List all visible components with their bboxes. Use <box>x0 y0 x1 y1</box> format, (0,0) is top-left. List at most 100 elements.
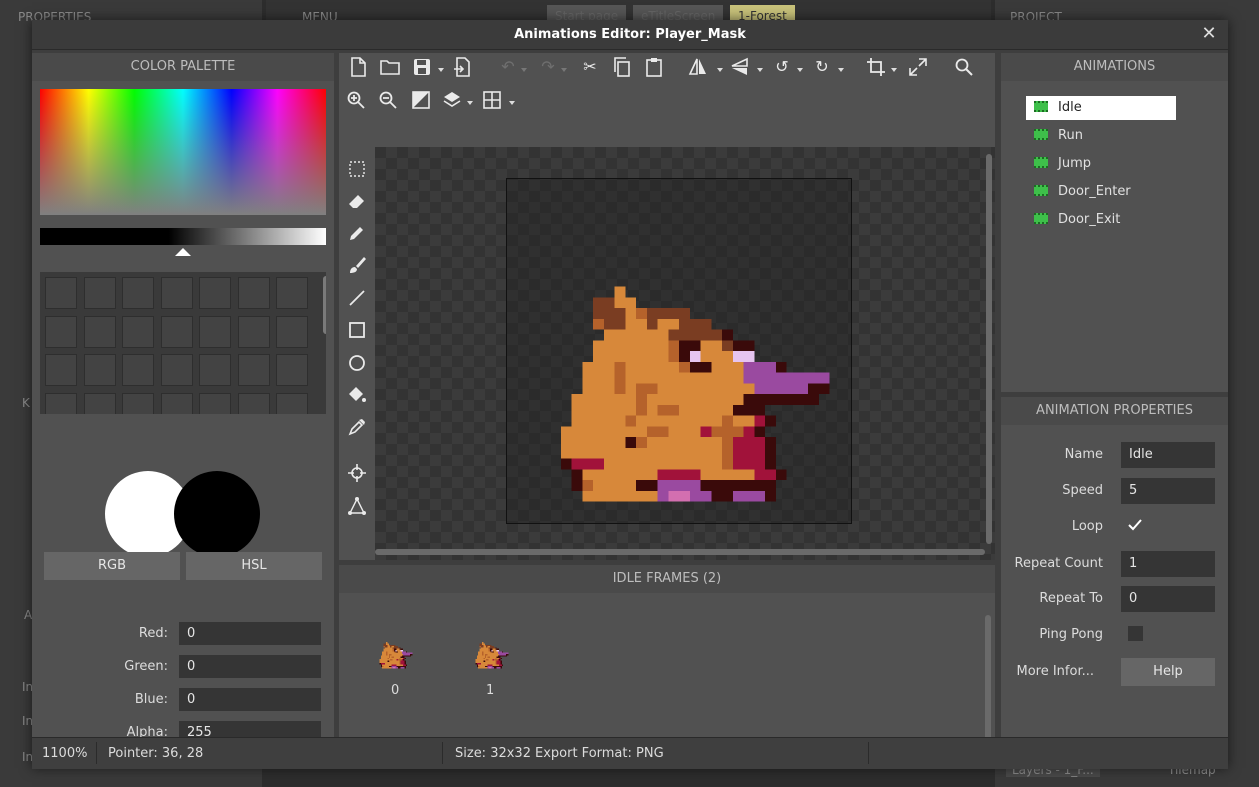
ping-pong-checkbox[interactable] <box>1128 626 1143 641</box>
open-folder-icon[interactable] <box>379 57 401 79</box>
close-icon[interactable]: ✕ <box>1198 23 1220 45</box>
loop-checkbox[interactable] <box>1127 517 1143 533</box>
drawing-canvas-area[interactable] <box>375 147 995 560</box>
flip-dropdown-icon[interactable] <box>717 68 723 72</box>
sprite-canvas[interactable] <box>506 178 852 524</box>
hsl-mode-button[interactable]: HSL <box>186 552 322 580</box>
palette-swatch[interactable] <box>276 392 308 414</box>
palette-swatch[interactable] <box>199 354 231 386</box>
color-spectrum-picker[interactable] <box>40 89 326 215</box>
palette-swatch[interactable] <box>160 315 193 348</box>
animation-item-door-enter[interactable]: Door_Enter <box>1026 180 1176 204</box>
help-button[interactable]: Help <box>1121 658 1215 686</box>
save-icon[interactable] <box>411 57 433 79</box>
resize-icon[interactable] <box>907 57 929 79</box>
palette-swatch[interactable] <box>276 315 308 348</box>
origin-point-icon[interactable] <box>346 463 368 485</box>
frame-thumb-1[interactable] <box>469 629 511 671</box>
repeat-count-input[interactable]: 1 <box>1121 551 1215 577</box>
frames-scrollbar[interactable] <box>985 615 991 745</box>
rotate-left-icon[interactable]: ↺ <box>771 57 793 79</box>
frame-thumb-0[interactable] <box>373 629 415 671</box>
grid-dropdown-icon[interactable] <box>509 101 515 105</box>
import-icon[interactable] <box>451 57 473 79</box>
red-input[interactable]: 0 <box>179 622 321 645</box>
palette-swatch[interactable] <box>237 392 270 414</box>
palette-swatch[interactable] <box>122 315 154 348</box>
palette-swatch[interactable] <box>83 315 116 348</box>
pencil-icon[interactable] <box>346 223 368 245</box>
animation-item-idle[interactable]: Idle <box>1026 96 1176 120</box>
palette-swatch[interactable] <box>160 392 193 414</box>
palette-swatch[interactable] <box>122 392 154 414</box>
palette-swatch[interactable] <box>45 392 77 414</box>
redo-dropdown-icon[interactable] <box>561 68 567 72</box>
animation-item-door-exit[interactable]: Door_Exit <box>1026 208 1176 232</box>
palette-swatch[interactable] <box>45 277 77 309</box>
layers-dropdown-icon[interactable] <box>467 101 473 105</box>
onion-skin-icon[interactable] <box>410 90 432 112</box>
layers-icon[interactable] <box>441 90 463 112</box>
blue-input[interactable]: 0 <box>179 688 321 711</box>
line-icon[interactable] <box>346 288 368 310</box>
brush-icon[interactable] <box>346 255 368 277</box>
lightness-slider[interactable] <box>40 228 326 245</box>
zoom-icon[interactable] <box>953 57 975 79</box>
palette-swatch[interactable] <box>276 277 308 309</box>
rotate-right-icon[interactable]: ↻ <box>811 57 833 79</box>
animation-item-run[interactable]: Run <box>1026 124 1176 148</box>
palette-swatch[interactable] <box>83 354 116 386</box>
flip-horizontal-icon[interactable] <box>687 57 709 79</box>
grid-icon[interactable] <box>481 90 503 112</box>
select-rect-icon[interactable] <box>346 159 368 181</box>
rgb-mode-button[interactable]: RGB <box>44 552 180 580</box>
palette-swatch[interactable] <box>276 354 308 386</box>
palette-swatch[interactable] <box>237 315 270 348</box>
cut-icon[interactable]: ✂ <box>579 57 601 79</box>
green-input[interactable]: 0 <box>179 655 321 678</box>
zoom-out-icon[interactable] <box>377 90 399 112</box>
palette-swatch[interactable] <box>199 315 231 348</box>
save-dropdown-icon[interactable] <box>438 68 444 72</box>
canvas-vertical-scrollbar[interactable] <box>986 154 992 544</box>
zoom-in-icon[interactable] <box>345 90 367 112</box>
paste-icon[interactable] <box>643 57 665 79</box>
redo-icon[interactable]: ↷ <box>537 57 559 79</box>
ellipse-icon[interactable] <box>346 353 368 375</box>
collision-points-icon[interactable] <box>346 496 368 518</box>
repeat-to-input[interactable]: 0 <box>1121 586 1215 612</box>
swatch-scrollbar[interactable] <box>323 276 326 334</box>
crop-icon[interactable] <box>865 57 887 79</box>
palette-swatch[interactable] <box>160 277 193 309</box>
palette-swatch[interactable] <box>199 392 231 414</box>
eyedropper-icon[interactable] <box>346 417 368 439</box>
lightness-marker-icon[interactable] <box>175 248 191 256</box>
palette-swatch[interactable] <box>45 354 77 386</box>
rotate-left-dropdown-icon[interactable] <box>797 68 803 72</box>
palette-swatch[interactable] <box>237 354 270 386</box>
rectangle-icon[interactable] <box>346 320 368 342</box>
palette-swatch[interactable] <box>237 277 270 309</box>
palette-swatch[interactable] <box>45 315 77 348</box>
palette-swatch[interactable] <box>122 277 154 309</box>
crop-dropdown-icon[interactable] <box>891 68 897 72</box>
animation-item-jump[interactable]: Jump <box>1026 152 1176 176</box>
canvas-horizontal-scrollbar[interactable] <box>375 549 985 555</box>
flip-v-dropdown-icon[interactable] <box>757 68 763 72</box>
palette-swatch[interactable] <box>122 354 154 386</box>
undo-icon[interactable]: ↶ <box>497 57 519 79</box>
palette-swatch[interactable] <box>160 354 193 386</box>
palette-swatch[interactable] <box>83 277 116 309</box>
new-file-icon[interactable] <box>347 57 369 79</box>
rotate-right-dropdown-icon[interactable] <box>838 68 844 72</box>
palette-swatch[interactable] <box>199 277 231 309</box>
fill-bucket-icon[interactable] <box>346 385 368 407</box>
copy-icon[interactable] <box>611 57 633 79</box>
undo-dropdown-icon[interactable] <box>521 68 527 72</box>
speed-input[interactable]: 5 <box>1121 478 1215 504</box>
eraser-icon[interactable] <box>346 191 368 213</box>
name-input[interactable]: Idle <box>1121 442 1215 468</box>
flip-vertical-icon[interactable] <box>729 57 751 79</box>
secondary-color-swatch[interactable] <box>174 471 260 557</box>
palette-swatch[interactable] <box>83 392 116 414</box>
